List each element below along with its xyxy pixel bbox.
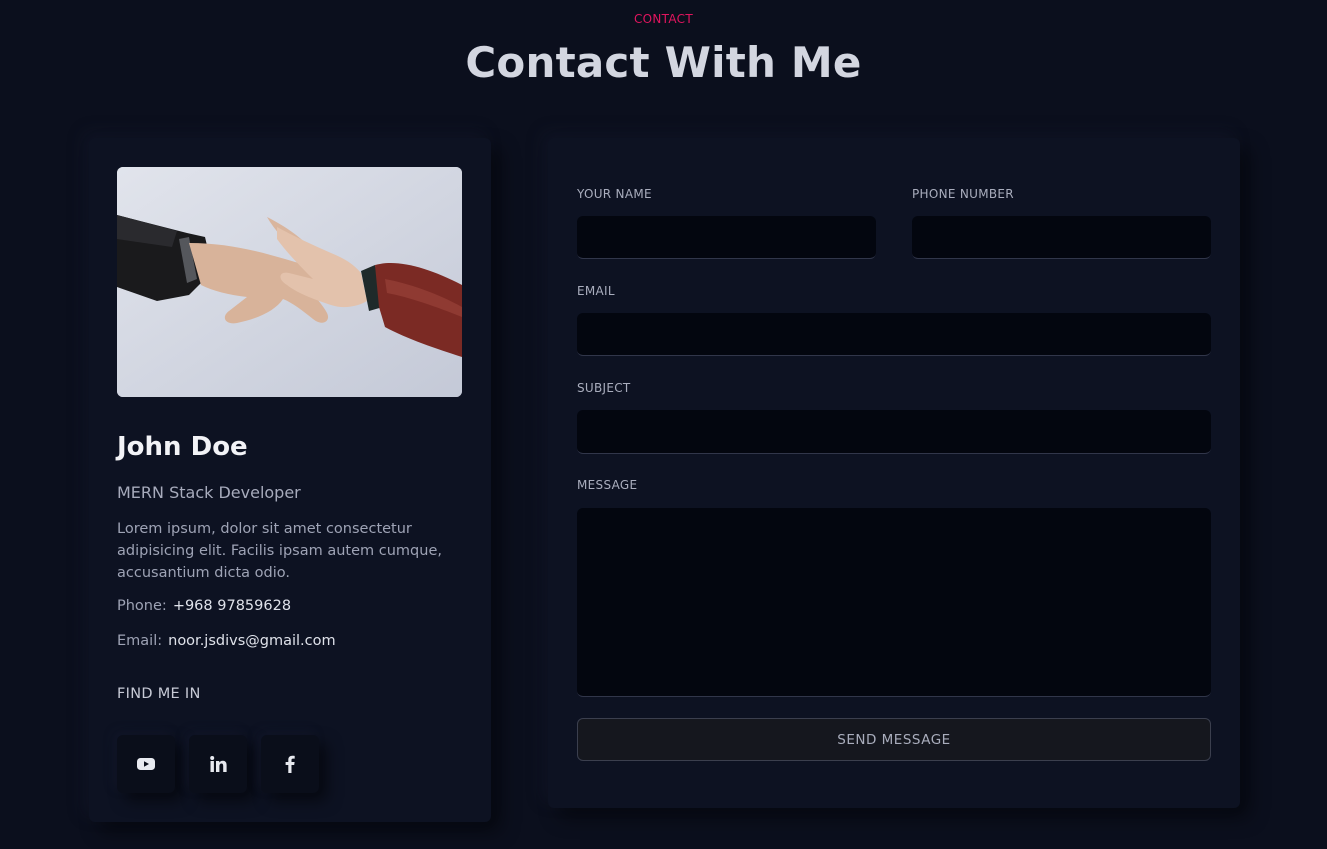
send-message-button[interactable]: SEND MESSAGE [577,718,1211,761]
email-label: Email: [117,633,163,649]
email-input[interactable] [577,313,1211,356]
message-label: MESSAGE [577,478,638,492]
phone-value: +968 97859628 [172,598,292,614]
handshake-illustration [117,167,462,397]
facebook-button[interactable] [261,735,319,793]
subject-label: SUBJECT [577,381,631,395]
youtube-button[interactable] [117,735,175,793]
find-me-label: FIND ME IN [117,686,201,702]
section-title: Contact With Me [465,38,862,87]
profile-name: John Doe [117,432,248,462]
profile-description: Lorem ipsum, dolor sit amet consectetur … [117,521,442,581]
phone-number-input[interactable] [912,216,1211,259]
youtube-icon [137,757,155,771]
profile-card: John Doe MERN Stack Developer Lorem ipsu… [89,138,491,822]
email-field-label: EMAIL [577,284,615,298]
name-input[interactable] [577,216,876,259]
section-eyebrow: CONTACT [633,12,693,26]
subject-input[interactable] [577,410,1211,454]
email-line: Email: noor.jsdivs@gmail.com [117,633,336,649]
phone-line: Phone: +968 97859628 [117,598,291,614]
name-label: YOUR NAME [577,187,652,201]
email-value: noor.jsdivs@gmail.com [168,633,336,649]
message-textarea[interactable] [577,508,1211,697]
facebook-icon [285,755,295,773]
linkedin-icon [209,756,227,772]
contact-section: CONTACT Contact With Me John Doe MERN St… [0,0,1327,849]
linkedin-button[interactable] [189,735,247,793]
profile-role: MERN Stack Developer [117,483,301,502]
phone-number-label: PHONE NUMBER [912,187,1014,201]
phone-label: Phone: [117,598,167,614]
contact-form: YOUR NAME PHONE NUMBER EMAIL SUBJECT MES… [548,138,1240,808]
profile-image [117,167,462,397]
